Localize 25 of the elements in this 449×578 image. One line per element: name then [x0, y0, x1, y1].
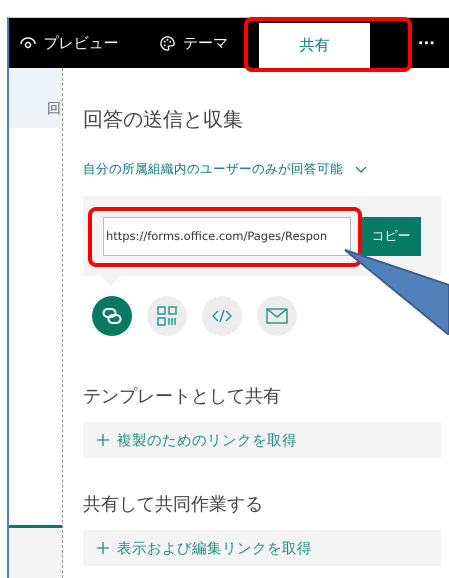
share-method-button[interactable]	[147, 296, 187, 336]
get-link-button[interactable]: 表示および編集リンクを取得	[83, 530, 441, 566]
sidebar-text: 回	[47, 100, 61, 118]
share-method-button[interactable]	[92, 296, 132, 336]
copy-button[interactable]: コピー	[361, 216, 421, 256]
plus-icon	[97, 434, 109, 446]
qr-code-icon	[157, 306, 177, 326]
envelope-icon	[266, 308, 288, 324]
section-heading: 共有して共同作業する	[83, 493, 264, 516]
audience-dropdown[interactable]: 自分の所属組織内のユーザーのみが回答可能	[83, 161, 367, 178]
link-icon	[102, 307, 122, 325]
share-method-button[interactable]	[257, 296, 297, 336]
share-method-button[interactable]	[202, 296, 242, 336]
plus-icon	[97, 542, 109, 554]
palette-icon	[160, 36, 175, 50]
toolbar-tab[interactable]: 共有	[259, 23, 370, 68]
section-heading: テンプレートとして共有	[83, 385, 282, 408]
link-field[interactable]: https://forms.office.com/Pages/Respon	[103, 216, 351, 256]
panel-title: 回答の送信と収集	[83, 106, 244, 133]
chevron-down-icon	[355, 166, 367, 173]
code-icon	[212, 309, 232, 323]
eye-icon	[20, 37, 36, 49]
get-link-button[interactable]: 複製のためのリンクを取得	[83, 422, 441, 458]
more-menu[interactable]: ···	[418, 34, 435, 52]
sidebar-selected-item[interactable]	[9, 525, 62, 578]
